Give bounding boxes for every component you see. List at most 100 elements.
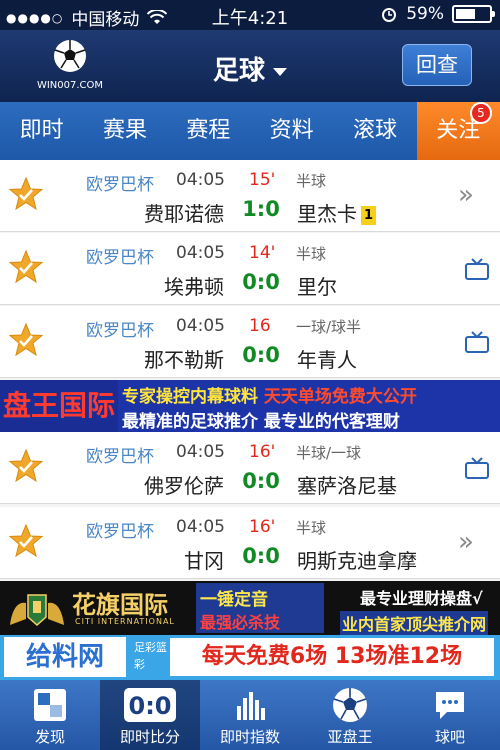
- bottom-tab-forum[interactable]: 球吧: [400, 680, 500, 750]
- svg-text:0:0: 0:0: [129, 692, 172, 720]
- tv-icon[interactable]: [464, 257, 490, 281]
- ad-subline: 最精准的足球推介 最专业的代客理财: [122, 412, 400, 432]
- league-name: 欧罗巴杯: [86, 321, 154, 341]
- handicap: 半球: [296, 245, 327, 263]
- league-name: 欧罗巴杯: [86, 248, 154, 268]
- handicap: 半球: [296, 519, 327, 537]
- match-minute: 15': [249, 170, 276, 190]
- tab-in-play[interactable]: 滚球: [333, 102, 416, 160]
- match-time: 04:05: [176, 243, 225, 263]
- match-row[interactable]: 欧罗巴杯 04:05 14' 半球 埃弗顿 0:0 里尔: [0, 233, 500, 305]
- ad-small-text: 足彩篮彩: [134, 641, 167, 671]
- ad-mid-line1: 一锤定音: [200, 590, 268, 610]
- ad-brand: 盘王国际: [0, 380, 118, 432]
- bottom-tab-label: 球吧: [434, 728, 465, 746]
- bottom-tab-label: 即时指数: [219, 728, 280, 746]
- lions-crest-icon: [10, 594, 64, 627]
- tab-schedule[interactable]: 赛程: [167, 102, 250, 160]
- match-minute: 16: [249, 316, 271, 336]
- match-time: 04:05: [176, 517, 225, 537]
- league-name: 欧罗巴杯: [86, 447, 154, 467]
- home-team: 费耶诺德: [144, 202, 224, 226]
- away-team: 明斯克迪拿摩: [297, 549, 417, 573]
- ad-headline: 专家操控内幕球料 天天单场免费大公开: [122, 382, 417, 407]
- away-team: 里杰卡: [297, 202, 357, 226]
- match-minute: 16': [249, 442, 276, 462]
- score: 0:0: [242, 270, 280, 294]
- ad-banner-panwang[interactable]: 盘王国际 专家操控内幕球料 天天单场免费大公开 最精准的足球推介 最专业的代客理…: [0, 380, 500, 432]
- tab-label: 即时: [19, 118, 64, 143]
- ad-headline-a: 专家操控内幕球料: [122, 387, 258, 407]
- match-minute: 14': [249, 243, 276, 263]
- ad-banner-geiliao[interactable]: 给料网 足彩篮彩 每天免费6场 13场准12场: [0, 635, 500, 680]
- away-team: 年青人: [297, 348, 357, 372]
- ad-right-line1: 最专业理财操盘√: [360, 589, 483, 608]
- score: 0:0: [242, 343, 280, 367]
- ad-mid-panel: 一锤定音 最强必杀技: [196, 583, 324, 633]
- tv-icon[interactable]: [464, 330, 490, 354]
- ad-banner-citi[interactable]: 花旗国际 CITI INTERNATIONAL 一锤定音 最强必杀技 最专业理财…: [0, 581, 500, 635]
- bar-chart-icon: [237, 692, 265, 720]
- home-team: 佛罗伦萨: [144, 474, 224, 498]
- alarm-icon: [382, 8, 397, 22]
- home-team: 甘冈: [184, 549, 224, 573]
- chevron-right-icon[interactable]: »: [458, 182, 484, 208]
- score: 0:0: [242, 544, 280, 568]
- ad-headline-b: 天天单场免费大公开: [263, 387, 417, 407]
- bottom-tab-live-odds[interactable]: 即时指数: [200, 680, 300, 750]
- review-button[interactable]: 回查: [402, 44, 472, 86]
- tab-following[interactable]: 关注 5: [416, 102, 500, 160]
- page-title: 足球: [212, 56, 265, 86]
- notification-badge: 5: [469, 102, 492, 124]
- football-icon: [333, 688, 367, 722]
- discover-icon: [34, 689, 66, 721]
- yellow-card-icon: 1: [361, 206, 376, 225]
- ad-right-line2: 业内首家顶尖推介网: [340, 611, 489, 635]
- tab-label: 赛果: [102, 118, 147, 143]
- bottom-tab-label: 即时比分: [119, 728, 180, 746]
- ad-mid-line2: 最强必杀技: [200, 613, 281, 632]
- away-team: 里尔: [297, 275, 337, 299]
- chat-icon: [436, 692, 464, 719]
- bottom-tab-label: 发现: [34, 728, 65, 746]
- handicap: 一球/球半: [296, 318, 362, 336]
- handicap: 半球: [296, 172, 327, 190]
- tab-label: 资料: [269, 118, 314, 143]
- battery-icon: [452, 5, 495, 23]
- caret-down-icon: [273, 67, 287, 76]
- tab-results[interactable]: 赛果: [83, 102, 166, 160]
- home-team: 那不勒斯: [144, 348, 224, 372]
- scoreboard-icon: 0:0: [124, 688, 176, 722]
- score: 1:0: [242, 197, 280, 221]
- tab-label: 滚球: [352, 118, 397, 143]
- battery-percent: 59%: [406, 4, 444, 24]
- bottom-tab-asian-handicap[interactable]: 亚盘王: [300, 680, 400, 750]
- bottom-tab-bar: 发现 0:0 即时比分 即时指数 亚盘王 球吧: [0, 680, 500, 750]
- tab-data[interactable]: 资料: [250, 102, 333, 160]
- match-row[interactable]: 欧罗巴杯 04:05 15' 半球 费耶诺德 1:0 里杰卡 1 »: [0, 160, 500, 232]
- league-name: 欧罗巴杯: [86, 522, 154, 542]
- match-time: 04:05: [176, 316, 225, 336]
- match-time: 04:05: [176, 170, 225, 190]
- bottom-tab-label: 亚盘王: [327, 728, 373, 746]
- favorite-star-icon[interactable]: [8, 249, 44, 285]
- tab-bar: 即时 赛果 赛程 资料 滚球 关注 5: [0, 102, 500, 160]
- tv-icon[interactable]: [464, 456, 490, 480]
- away-team: 塞萨洛尼基: [297, 474, 397, 498]
- favorite-star-icon[interactable]: [8, 322, 44, 358]
- score: 0:0: [242, 469, 280, 493]
- match-row[interactable]: 欧罗巴杯 04:05 16 一球/球半 那不勒斯 0:0 年青人: [0, 306, 500, 378]
- tab-live[interactable]: 即时: [0, 102, 83, 160]
- bottom-tab-live-score[interactable]: 0:0 即时比分: [100, 680, 200, 750]
- favorite-star-icon[interactable]: [8, 176, 44, 212]
- match-row[interactable]: 欧罗巴杯 04:05 16' 半球 甘冈 0:0 明斯克迪拿摩 »: [0, 507, 500, 579]
- favorite-star-icon[interactable]: [8, 523, 44, 559]
- chevron-right-icon[interactable]: »: [458, 529, 484, 555]
- app-header: WIN007.COM 足球 回查: [0, 30, 500, 102]
- ad-main-text: 每天免费6场 13场准12场: [170, 638, 494, 676]
- bottom-tab-discover[interactable]: 发现: [0, 680, 100, 750]
- match-row[interactable]: 欧罗巴杯 04:05 16' 半球/一球 佛罗伦萨 0:0 塞萨洛尼基: [0, 432, 500, 504]
- handicap: 半球/一球: [296, 444, 362, 462]
- match-time: 04:05: [176, 442, 225, 462]
- favorite-star-icon[interactable]: [8, 448, 44, 484]
